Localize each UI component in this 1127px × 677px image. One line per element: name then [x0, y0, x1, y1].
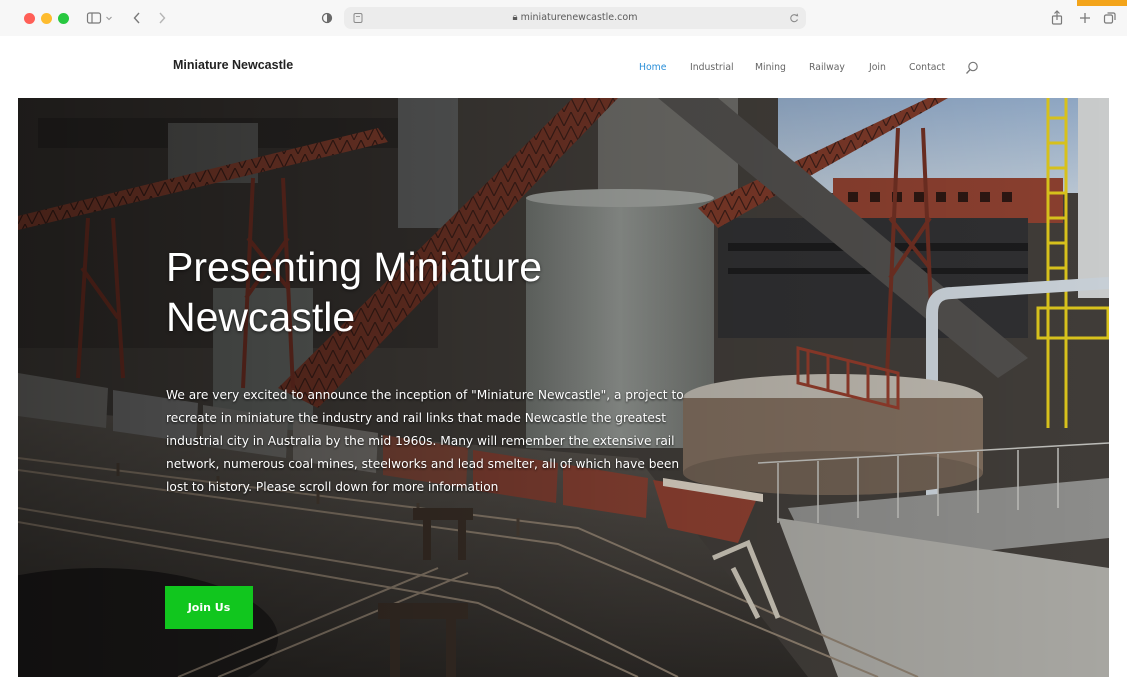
- site-header: Miniature Newcastle Home Industrial Mini…: [0, 36, 1127, 98]
- zoom-window-button[interactable]: [58, 13, 69, 24]
- nav-item-contact[interactable]: Contact: [909, 62, 945, 73]
- chevron-down-icon[interactable]: [105, 7, 113, 36]
- tab-overview-icon[interactable]: [1103, 7, 1117, 36]
- nav-item-railway[interactable]: Railway: [809, 62, 845, 73]
- close-window-button[interactable]: [24, 13, 35, 24]
- highlight-marker: [1077, 0, 1127, 6]
- nav-item-mining[interactable]: Mining: [755, 62, 786, 73]
- forward-button[interactable]: [157, 7, 167, 36]
- nav-item-home[interactable]: Home: [639, 62, 666, 73]
- new-tab-icon[interactable]: [1078, 7, 1092, 36]
- lock-icon: 🔒︎: [512, 12, 518, 23]
- join-us-button[interactable]: Join Us: [165, 586, 253, 629]
- sidebar-toggle-icon[interactable]: [86, 7, 102, 36]
- hero-title: Presenting Miniature Newcastle: [166, 244, 543, 340]
- back-button[interactable]: [132, 7, 142, 36]
- browser-toolbar: 🔒︎ miniaturenewcastle.com: [0, 0, 1127, 37]
- hero-intro-text: We are very excited to announce the ince…: [166, 388, 684, 494]
- url-text: 🔒︎ miniaturenewcastle.com: [344, 7, 806, 29]
- privacy-shield-icon[interactable]: [321, 7, 333, 36]
- url-label: miniaturenewcastle.com: [520, 12, 638, 23]
- minimize-window-button[interactable]: [41, 13, 52, 24]
- site-logo[interactable]: Miniature Newcastle: [173, 58, 293, 72]
- share-icon[interactable]: [1050, 7, 1064, 36]
- reload-icon[interactable]: [788, 7, 800, 36]
- address-bar[interactable]: 🔒︎ miniaturenewcastle.com: [344, 7, 806, 29]
- hero-section: Presenting Miniature Newcastle We are ve…: [18, 98, 1109, 677]
- nav-item-industrial[interactable]: Industrial: [690, 62, 734, 73]
- nav-item-join[interactable]: Join: [869, 62, 886, 73]
- search-icon[interactable]: [965, 60, 979, 79]
